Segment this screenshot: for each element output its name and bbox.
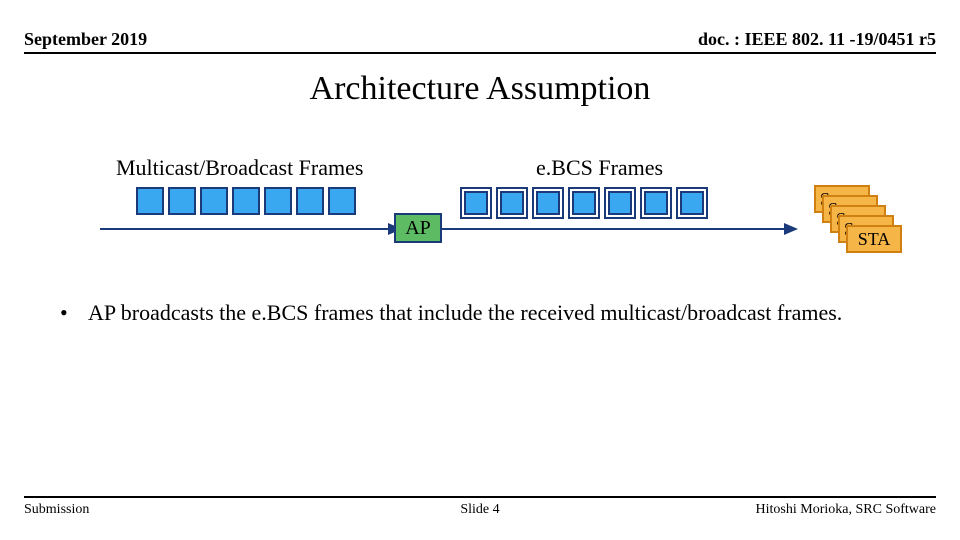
ebcs-payload-frame xyxy=(572,191,596,215)
incoming-frame xyxy=(168,187,196,215)
ebcs-frame xyxy=(460,187,492,219)
incoming-frames-group xyxy=(136,187,356,215)
ap-node: AP xyxy=(394,213,442,243)
footer-left: Submission xyxy=(24,502,89,518)
incoming-frame xyxy=(200,187,228,215)
slide: September 2019 doc. : IEEE 802. 11 -19/0… xyxy=(0,0,960,540)
outgoing-frames-group xyxy=(460,187,708,219)
footer-author: Hitoshi Morioka, SRC Software xyxy=(756,502,936,518)
ebcs-payload-frame xyxy=(464,191,488,215)
ebcs-payload-frame xyxy=(608,191,632,215)
ebcs-frame xyxy=(604,187,636,219)
ebcs-frame xyxy=(532,187,564,219)
sta-stack: SSSSSTA xyxy=(814,185,910,265)
arrow-head-outgoing xyxy=(784,223,798,235)
incoming-frame xyxy=(136,187,164,215)
ebcs-frame xyxy=(496,187,528,219)
ebcs-payload-frame xyxy=(500,191,524,215)
label-ebcs-frames: e.BCS Frames xyxy=(536,155,663,181)
ebcs-frame xyxy=(640,187,672,219)
incoming-frame xyxy=(328,187,356,215)
ebcs-payload-frame xyxy=(536,191,560,215)
arrow-line-incoming xyxy=(100,228,394,230)
arrow-line-outgoing xyxy=(442,228,790,230)
footer-bar: Submission Slide 4 Hitoshi Morioka, SRC … xyxy=(24,496,936,518)
ebcs-frame xyxy=(568,187,600,219)
bullet-item: •AP broadcasts the e.BCS frames that inc… xyxy=(60,298,900,328)
incoming-frame xyxy=(264,187,292,215)
bullet-text: AP broadcasts the e.BCS frames that incl… xyxy=(88,298,842,328)
ebcs-payload-frame xyxy=(644,191,668,215)
ebcs-frame xyxy=(676,187,708,219)
bullet-dot-icon: • xyxy=(60,298,88,328)
incoming-frame xyxy=(232,187,260,215)
header-bar: September 2019 doc. : IEEE 802. 11 -19/0… xyxy=(24,22,936,54)
bullet-list: •AP broadcasts the e.BCS frames that inc… xyxy=(60,298,900,328)
slide-title: Architecture Assumption xyxy=(0,70,960,108)
header-doc-id: doc. : IEEE 802. 11 -19/0451 r5 xyxy=(698,29,936,50)
sta-node: STA xyxy=(846,225,902,253)
architecture-diagram: Multicast/Broadcast Frames e.BCS Frames … xyxy=(0,155,960,315)
incoming-frame xyxy=(296,187,324,215)
header-date: September 2019 xyxy=(24,29,147,50)
label-multicast-broadcast-frames: Multicast/Broadcast Frames xyxy=(116,155,363,181)
ebcs-payload-frame xyxy=(680,191,704,215)
